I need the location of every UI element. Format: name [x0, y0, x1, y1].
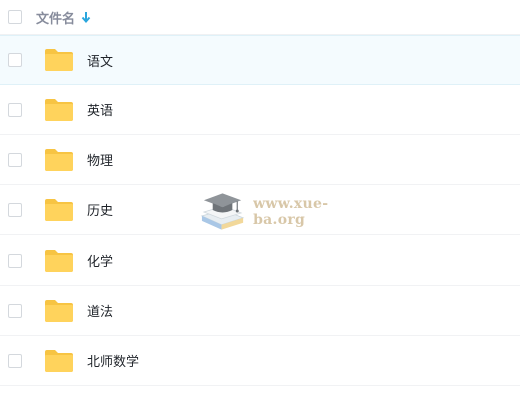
folder-icon — [45, 98, 73, 121]
list-item[interactable]: 语文 — [0, 35, 520, 85]
arrow-down-icon[interactable] — [80, 10, 92, 24]
row-checkbox[interactable] — [8, 353, 22, 368]
file-list: 文件名 语文 英语 物理 历史 化学 道法 北师数学 www.xue-ba.or… — [0, 0, 520, 401]
list-item[interactable]: 物理 — [0, 135, 520, 185]
select-all-checkbox[interactable] — [8, 10, 22, 24]
folder-icon — [45, 198, 73, 221]
folder-icon — [45, 299, 73, 322]
row-checkbox[interactable] — [8, 53, 22, 67]
row-checkbox[interactable] — [8, 102, 22, 117]
folder-icon — [45, 249, 73, 272]
list-item[interactable]: 历史 — [0, 185, 520, 235]
row-checkbox[interactable] — [8, 152, 22, 167]
row-checkbox[interactable] — [8, 202, 22, 217]
row-checkbox[interactable] — [8, 253, 22, 268]
list-item[interactable]: 化学 — [0, 236, 520, 286]
folder-icon — [45, 349, 73, 372]
column-header-filename[interactable]: 文件名 — [36, 8, 75, 27]
folder-icon — [45, 148, 73, 171]
folder-icon — [45, 49, 73, 71]
folder-name[interactable]: 语文 — [87, 51, 113, 70]
folder-name[interactable]: 化学 — [87, 251, 113, 270]
folder-name[interactable]: 道法 — [87, 301, 113, 320]
list-header: 文件名 — [0, 0, 520, 35]
folder-name[interactable]: 历史 — [87, 200, 113, 219]
row-checkbox[interactable] — [8, 303, 22, 318]
folder-name[interactable]: 英语 — [87, 100, 113, 119]
folder-name[interactable]: 物理 — [87, 150, 113, 169]
list-item[interactable]: 北师数学 — [0, 336, 520, 386]
folder-name[interactable]: 北师数学 — [87, 351, 139, 370]
list-item[interactable]: 英语 — [0, 85, 520, 135]
list-item[interactable]: 道法 — [0, 286, 520, 336]
